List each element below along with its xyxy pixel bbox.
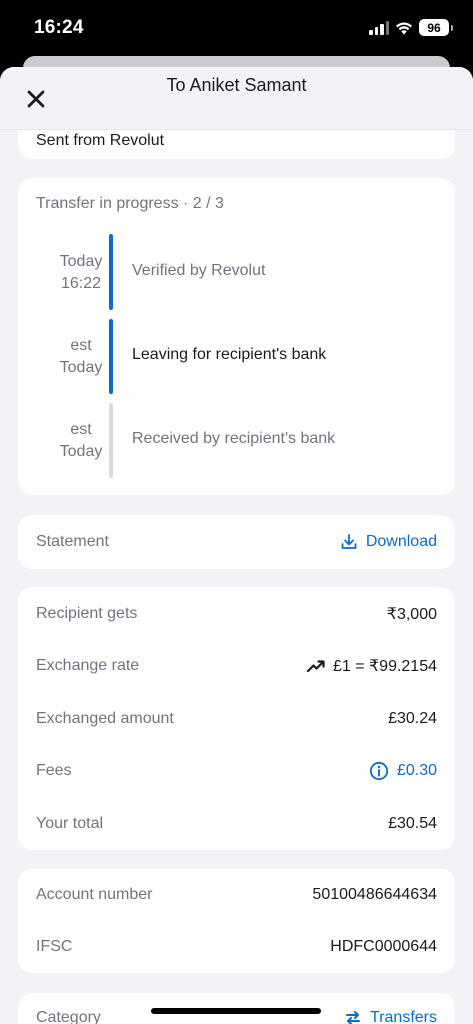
account-number-label: Account number (36, 886, 153, 903)
category-label: Category (36, 1009, 101, 1024)
account-details-card: Account number 50100486644634 IFSC HDFC0… (18, 869, 455, 973)
cellular-signal-icon (369, 20, 389, 35)
home-indicator[interactable] (151, 1008, 321, 1014)
exchanged-amount-row: Exchanged amount £30.24 (36, 704, 437, 734)
status-time: 16:24 (34, 17, 84, 38)
fees-label: Fees (36, 762, 72, 779)
page-title: To Aniket Samant (166, 75, 307, 95)
amount-details-card: Recipient gets ₹3,000 Exchange rate £1 =… (18, 587, 455, 850)
step-1-progress-bar (109, 234, 113, 310)
exchanged-amount-label: Exchanged amount (36, 710, 174, 727)
statement-card: Statement Download (18, 515, 455, 569)
step-2-progress-bar (109, 319, 113, 394)
trending-up-icon (306, 660, 325, 673)
info-icon (369, 761, 389, 781)
battery-indicator: 96 (419, 19, 449, 36)
progress-title: Transfer in progress · 2 / 3 (36, 195, 224, 212)
your-total-label: Your total (36, 815, 104, 832)
account-number-value: 50100486644634 (312, 886, 437, 903)
transfer-progress-card: Transfer in progress · 2 / 3 Today 16:22… (18, 178, 455, 495)
ifsc-label: IFSC (36, 938, 73, 955)
exchange-rate-row: Exchange rate £1 = ₹99.2154 (36, 651, 437, 681)
account-number-row: Account number 50100486644634 (36, 880, 437, 910)
exchange-rate-value-wrap: £1 = ₹99.2154 (306, 656, 437, 676)
download-button[interactable]: Download (340, 533, 437, 551)
category-value-wrap[interactable]: Transfers (344, 1009, 437, 1024)
sent-from-text: Sent from Revolut (36, 132, 165, 149)
step-2-label: Leaving for recipient's bank (132, 346, 327, 363)
exchange-rate-label: Exchange rate (36, 657, 140, 674)
statement-row: Statement Download (36, 527, 437, 557)
step-3-progress-bar (109, 403, 113, 478)
transfer-arrows-icon (346, 1011, 361, 1024)
recipient-gets-value: ₹3,000 (386, 606, 437, 623)
recipient-gets-row: Recipient gets ₹3,000 (36, 599, 437, 629)
step-1-label: Verified by Revolut (132, 262, 266, 279)
ifsc-value: HDFC0000644 (330, 938, 437, 955)
download-icon (341, 534, 357, 549)
exchanged-amount-value: £30.24 (388, 710, 437, 727)
battery-tip (451, 24, 453, 31)
wifi-icon (396, 21, 412, 34)
recipient-gets-label: Recipient gets (36, 605, 138, 622)
status-bar: 16:24 96 (0, 0, 473, 56)
fees-value-button[interactable]: £0.30 (369, 761, 437, 781)
transfer-details-sheet: To Aniket Samant Sent from Revolut Trans… (0, 67, 473, 1024)
download-label: Download (365, 533, 437, 550)
your-total-value: £30.54 (388, 815, 437, 832)
sheet-header: To Aniket Samant (0, 67, 473, 130)
step-3-label: Received by recipient's bank (132, 430, 336, 447)
exchange-rate-value: £1 = ₹99.2154 (332, 658, 437, 675)
statement-label: Statement (36, 533, 109, 550)
fees-value: £0.30 (396, 762, 437, 779)
fees-row: Fees £0.30 (36, 756, 437, 786)
category-value: Transfers (370, 1009, 437, 1024)
status-icons: 96 (369, 19, 453, 36)
your-total-row: Your total £30.54 (36, 809, 437, 839)
ifsc-row: IFSC HDFC0000644 (36, 932, 437, 962)
